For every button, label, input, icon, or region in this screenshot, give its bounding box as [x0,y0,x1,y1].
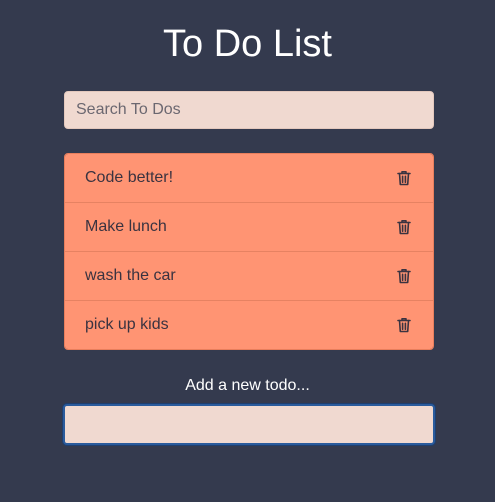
todo-list: Code better! Make lunch wash the car pic… [64,153,434,350]
trash-icon[interactable] [395,316,413,334]
page-title: To Do List [163,23,332,65]
todo-app: To Do List Code better! Make lunch [0,0,495,502]
add-todo-input[interactable] [63,404,435,445]
trash-icon[interactable] [395,169,413,187]
todo-text: Make lunch [85,218,167,235]
add-todo-label: Add a new todo... [185,377,310,394]
list-item: Make lunch [65,203,433,252]
list-item: wash the car [65,252,433,301]
todo-text: Code better! [85,169,174,186]
todo-text: pick up kids [85,316,169,333]
search-input[interactable] [64,91,434,129]
trash-icon[interactable] [395,218,413,236]
list-item: Code better! [65,154,433,203]
trash-icon[interactable] [395,267,413,285]
list-item: pick up kids [65,301,433,349]
todo-text: wash the car [85,267,176,284]
